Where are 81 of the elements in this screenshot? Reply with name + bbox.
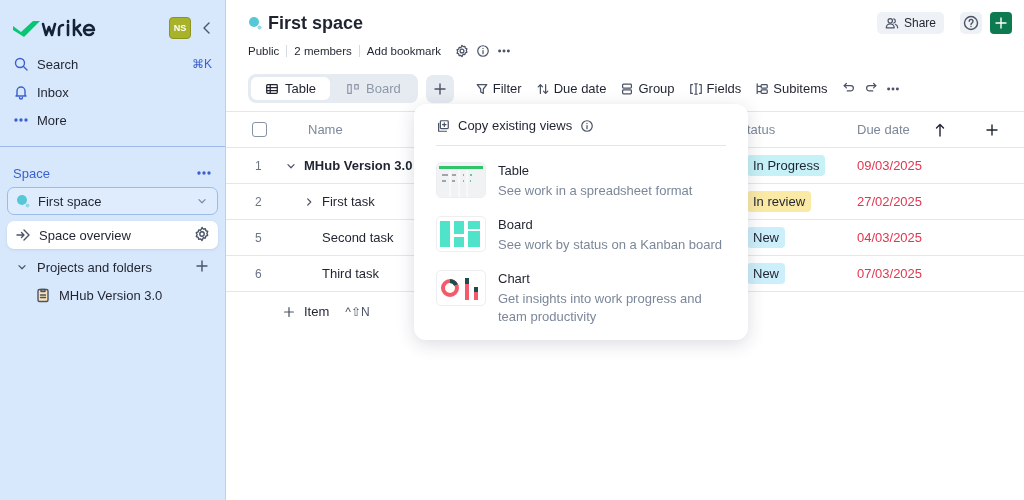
toolbar-button[interactable]: Group [613,74,682,103]
option-title[interactable]: Chart [498,271,726,286]
page-title: First space [268,12,364,34]
task-name[interactable]: First task [322,194,375,209]
plus-icon [282,304,296,319]
task-name[interactable]: MHub Version 3.0 [304,158,413,173]
add-item-button[interactable]: Item ^⇧N [226,292,370,319]
sidebar-item[interactable]: MHub Version 3.0 [7,281,218,309]
option-description: See work in a spreadsheet format [498,182,693,200]
add-view-button[interactable] [425,74,454,103]
shortcut-hint: ⌘K [192,57,212,71]
row-number: 5 [254,230,262,245]
copy-icon [436,118,450,133]
settings-icon [455,44,469,58]
status-badge[interactable]: In review [747,191,812,212]
info-icon [580,118,595,133]
toolbar-button[interactable]: Fields [681,74,749,103]
space-icon [16,194,30,208]
settings-icon [194,225,210,242]
sidebar-item[interactable]: Space overview [7,221,218,249]
people-icon [884,16,899,30]
add-button[interactable] [990,12,1012,34]
option-description: Get insights into work progress and team productivity [498,290,703,326]
due-date: 07/03/2025 [857,266,923,281]
clipboard-icon [35,287,51,303]
toolbar-button[interactable]: Subitems [748,74,835,103]
redo-icon [864,80,879,94]
option-description: See work by status on a Kanban board [498,236,723,254]
row-number: 1 [254,158,262,173]
space-icon [248,16,262,30]
board-icon [346,81,361,96]
enter-icon [15,227,31,243]
chart-view-thumbnail [436,270,486,306]
plus-icon [993,15,1009,31]
row-number: 6 [254,266,262,281]
column-header: tatus [747,122,776,137]
board-view-thumbnail [436,216,486,252]
nav-item[interactable]: Search ⌘K [0,50,225,78]
column-header: Name [308,122,343,137]
undo-icon [842,80,857,94]
nav-item[interactable]: Inbox [0,78,225,106]
row-number: 2 [254,194,262,209]
due-date: 27/02/2025 [857,194,923,209]
toolbar-button[interactable]: Filter [467,74,529,103]
bell-icon [13,84,29,100]
table-view-thumbnail [436,162,486,198]
subitems-icon [755,81,770,96]
space-selector[interactable]: First space [7,187,218,215]
nav-item[interactable]: More [0,106,225,134]
task-name[interactable]: Second task [322,230,394,245]
sort-icon [535,81,550,96]
status-badge[interactable]: New [747,227,785,248]
view-tab[interactable]: Table [251,77,331,100]
task-name[interactable]: Third task [322,266,380,281]
meta-link[interactable]: 2 members [286,45,359,57]
select-all-checkbox[interactable] [252,122,267,137]
due-date: 09/03/2025 [857,158,923,173]
help-button[interactable] [960,12,982,34]
info-icon [476,44,490,58]
plus-icon [194,257,210,274]
fields-icon [688,81,703,96]
meta-link[interactable]: Public [248,45,287,57]
meta-link[interactable]: Add bookmark [358,45,448,57]
status-badge[interactable]: In Progress [747,155,826,176]
menu-title[interactable]: Copy existing views [458,118,573,133]
column-header: Due date [857,122,910,137]
add-column-icon [983,121,1000,138]
filter-icon [474,81,489,96]
search-icon [13,56,29,72]
section-heading: Space [13,165,50,181]
table-icon [265,81,279,96]
group-icon [620,81,635,96]
help-icon [963,15,979,31]
due-date: 04/03/2025 [857,230,923,245]
option-title[interactable]: Board [498,217,723,232]
plus-icon [431,80,448,97]
share-button[interactable]: Share [876,12,944,34]
option-title[interactable]: Table [498,163,693,178]
toolbar-button[interactable]: Due date [528,74,614,103]
status-badge[interactable]: New [747,263,785,284]
sidebar-item[interactable]: Projects and folders [7,253,218,281]
